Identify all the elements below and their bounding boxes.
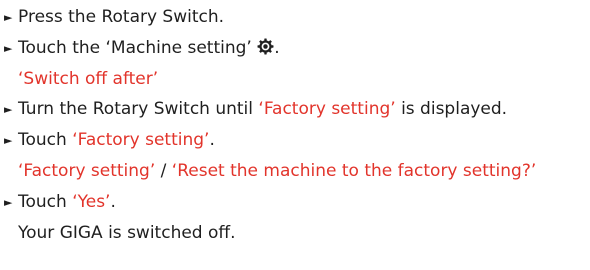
- step-arrow-icon: ►: [4, 103, 13, 117]
- step-text: Touch: [18, 130, 73, 151]
- gear-icon: [257, 38, 274, 55]
- display-text: ‘Reset the machine to the factory settin…: [171, 160, 537, 181]
- step-text-end: .: [274, 37, 280, 58]
- display-text: ‘Factory setting’: [258, 99, 396, 120]
- step-text: Press the Rotary Switch.: [18, 7, 225, 27]
- display-text: ‘Switch off after’: [18, 68, 159, 89]
- step-text-end: .: [110, 191, 116, 212]
- step-arrow-icon: ►: [4, 195, 13, 209]
- step-turn-rotary-switch: ► Turn the Rotary Switch until ‘Factory s…: [0, 94, 590, 125]
- step-text: Touch the ‘Machine setting’: [18, 37, 258, 58]
- display-text: ‘Factory setting’: [18, 160, 156, 181]
- step-touch-yes: ► Touch ‘Yes’.: [0, 187, 590, 218]
- separator: /: [155, 160, 172, 181]
- step-arrow-icon: ►: [4, 41, 13, 55]
- result-text: Your GIGA is switched off.: [0, 218, 590, 249]
- step-touch-machine-setting: ► Touch the ‘Machine setting’ .: [0, 33, 590, 64]
- step-text-end: is displayed.: [395, 99, 508, 120]
- result-label: Your GIGA is switched off.: [18, 222, 236, 243]
- display-text: ‘Factory setting’: [72, 130, 210, 151]
- step-text: Touch: [18, 191, 73, 212]
- step-text: Turn the Rotary Switch until: [18, 99, 259, 120]
- note-factory-setting-prompt: ‘Factory setting’ / ‘Reset the machine t…: [0, 156, 590, 187]
- step-text-end: .: [209, 130, 215, 151]
- step-touch-factory-setting: ► Touch ‘Factory setting’.: [0, 125, 590, 156]
- step-press-rotary-switch: ► Press the Rotary Switch.: [0, 2, 590, 33]
- step-arrow-icon: ►: [4, 134, 13, 148]
- step-arrow-icon: ►: [4, 11, 13, 24]
- note-switch-off-after: ‘Switch off after’: [0, 64, 590, 95]
- display-text: ‘Yes’: [72, 191, 111, 212]
- instruction-list: ► Press the Rotary Switch. ► Touch the ‘Ma…: [0, 0, 590, 270]
